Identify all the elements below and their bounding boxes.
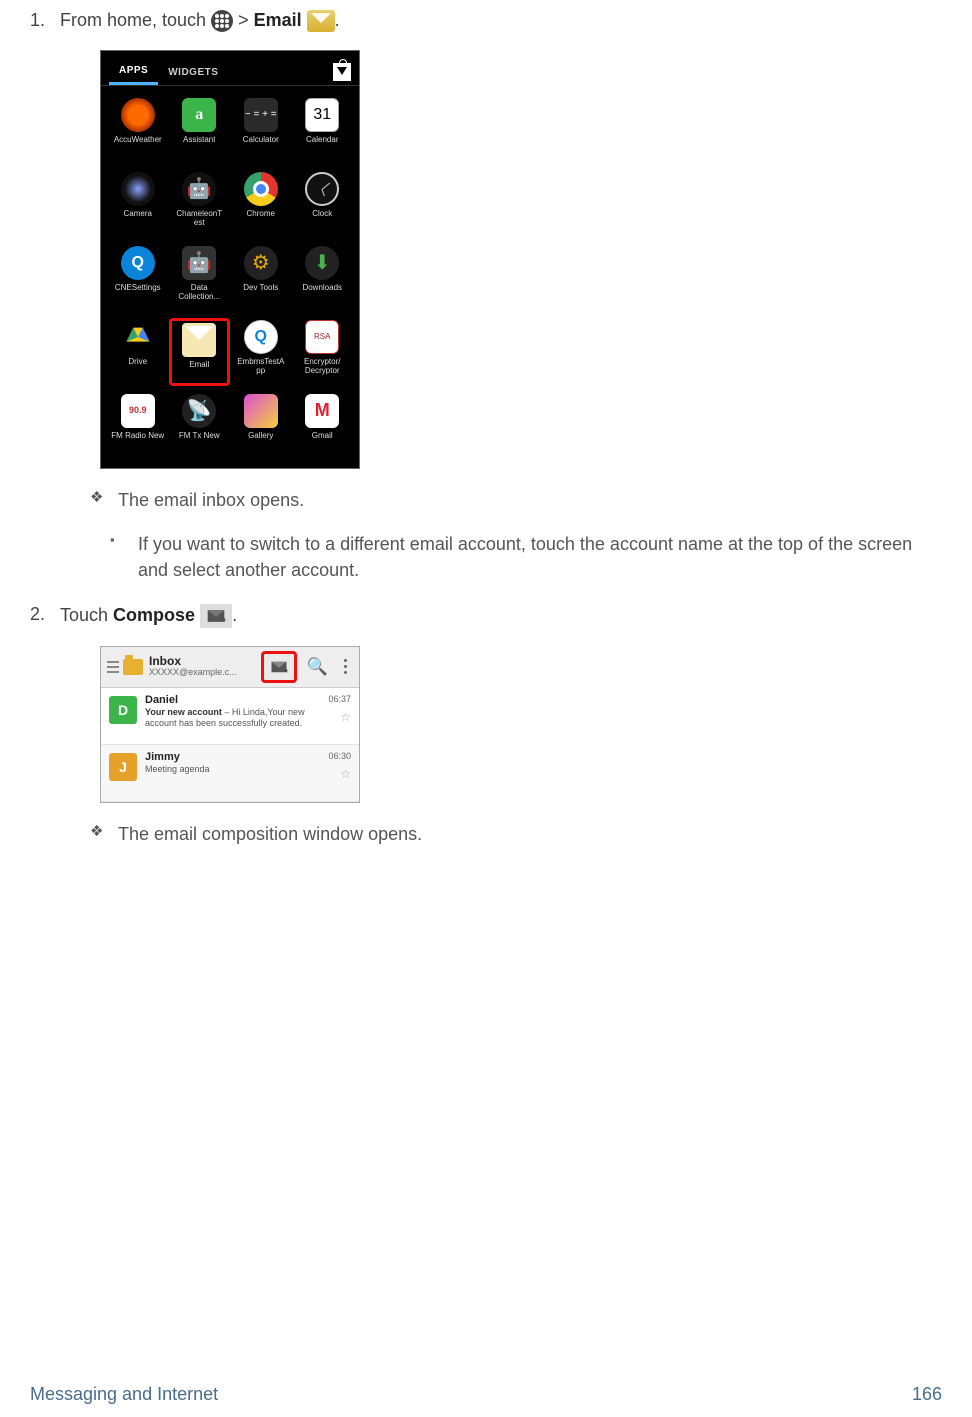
app-gmail[interactable]: MGmail — [292, 392, 354, 460]
inbox-account: XXXXX@example.c... — [149, 668, 257, 678]
app-downloads[interactable]: ⬇Downloads — [292, 244, 354, 312]
app-fmradio[interactable]: 90.9FM Radio New — [107, 392, 169, 460]
compose-icon: + — [200, 604, 232, 628]
app-chrome[interactable]: Chrome — [230, 170, 292, 238]
mail-from: Jimmy — [145, 751, 320, 764]
account-selector[interactable]: Inbox XXXXX@example.c... — [149, 655, 257, 678]
mail-row[interactable]: D Daniel Your new account – Hi Linda,You… — [101, 688, 359, 745]
app-devtools[interactable]: ⚙Dev Tools — [230, 244, 292, 312]
search-icon[interactable]: 🔍 — [301, 657, 334, 677]
step-2-suffix: . — [232, 604, 237, 624]
step-1-bold: Email — [254, 10, 302, 30]
bullet-compose-opens: The email composition window opens. — [90, 821, 942, 847]
step-2-prefix: Touch — [60, 604, 113, 624]
play-store-icon[interactable] — [333, 63, 351, 81]
mail-time: 06:30 — [328, 751, 351, 761]
step-2-bold: Compose — [113, 604, 195, 624]
drawer-icon[interactable] — [107, 661, 119, 673]
step-2: Touch Compose + . Inbox XXXXX@example.c.… — [50, 604, 942, 847]
app-calculator[interactable]: − = + =Calculator — [230, 96, 292, 164]
app-accuweather[interactable]: AccuWeather — [107, 96, 169, 164]
apps-icon — [211, 10, 233, 32]
app-embms[interactable]: QEmbmsTestA pp — [230, 318, 292, 386]
step-1-suffix: . — [335, 10, 340, 30]
mail-subject: Your new account — [145, 707, 222, 717]
footer-section: Messaging and Internet — [30, 1384, 218, 1405]
star-icon[interactable]: ☆ — [340, 710, 351, 724]
app-chameleon[interactable]: 🤖ChameleonT est — [169, 170, 231, 238]
step-1: From home, touch > Email . APPS WIDGETS … — [50, 10, 942, 584]
inbox-screenshot: Inbox XXXXX@example.c... + 🔍 D Daniel Yo… — [100, 646, 360, 803]
tab-apps[interactable]: APPS — [109, 59, 158, 85]
mail-from: Daniel — [145, 694, 320, 707]
app-fmtx[interactable]: 📡FM Tx New — [169, 392, 231, 460]
mail-time: 06:37 — [328, 694, 351, 704]
app-drive[interactable]: Drive — [107, 318, 169, 386]
app-assistant[interactable]: aAssistant — [169, 96, 231, 164]
app-gallery[interactable]: Gallery — [230, 392, 292, 460]
svg-text:+: + — [222, 614, 226, 623]
overflow-menu-icon[interactable] — [338, 659, 353, 674]
footer-page: 166 — [912, 1384, 942, 1405]
tab-widgets[interactable]: WIDGETS — [158, 61, 228, 84]
step-1-mid: > — [238, 10, 254, 30]
star-icon[interactable]: ☆ — [340, 767, 351, 781]
compose-button[interactable]: + — [261, 651, 297, 683]
avatar: J — [109, 753, 137, 781]
avatar: D — [109, 696, 137, 724]
app-camera[interactable]: Camera — [107, 170, 169, 238]
app-calendar[interactable]: 31Calendar — [292, 96, 354, 164]
svg-text:+: + — [284, 666, 288, 674]
mail-row[interactable]: J Jimmy Meeting agenda 06:30 ☆ — [101, 745, 359, 802]
step-1-prefix: From home, touch — [60, 10, 211, 30]
bullet-switch-account: If you want to switch to a different ema… — [110, 531, 942, 583]
mail-subject: Meeting agenda — [145, 764, 210, 774]
app-clock[interactable]: Clock — [292, 170, 354, 238]
email-icon — [307, 10, 335, 32]
app-datacollection[interactable]: 🤖Data Collection... — [169, 244, 231, 312]
apps-screenshot: APPS WIDGETS AccuWeather aAssistant − = … — [100, 50, 360, 469]
app-encryptor[interactable]: RSAEncryptor/ Decryptor — [292, 318, 354, 386]
bullet-inbox-opens: The email inbox opens. — [90, 487, 942, 513]
app-email[interactable]: Email — [169, 318, 231, 386]
folder-icon — [123, 659, 143, 675]
app-cnesettings[interactable]: QCNESettings — [107, 244, 169, 312]
